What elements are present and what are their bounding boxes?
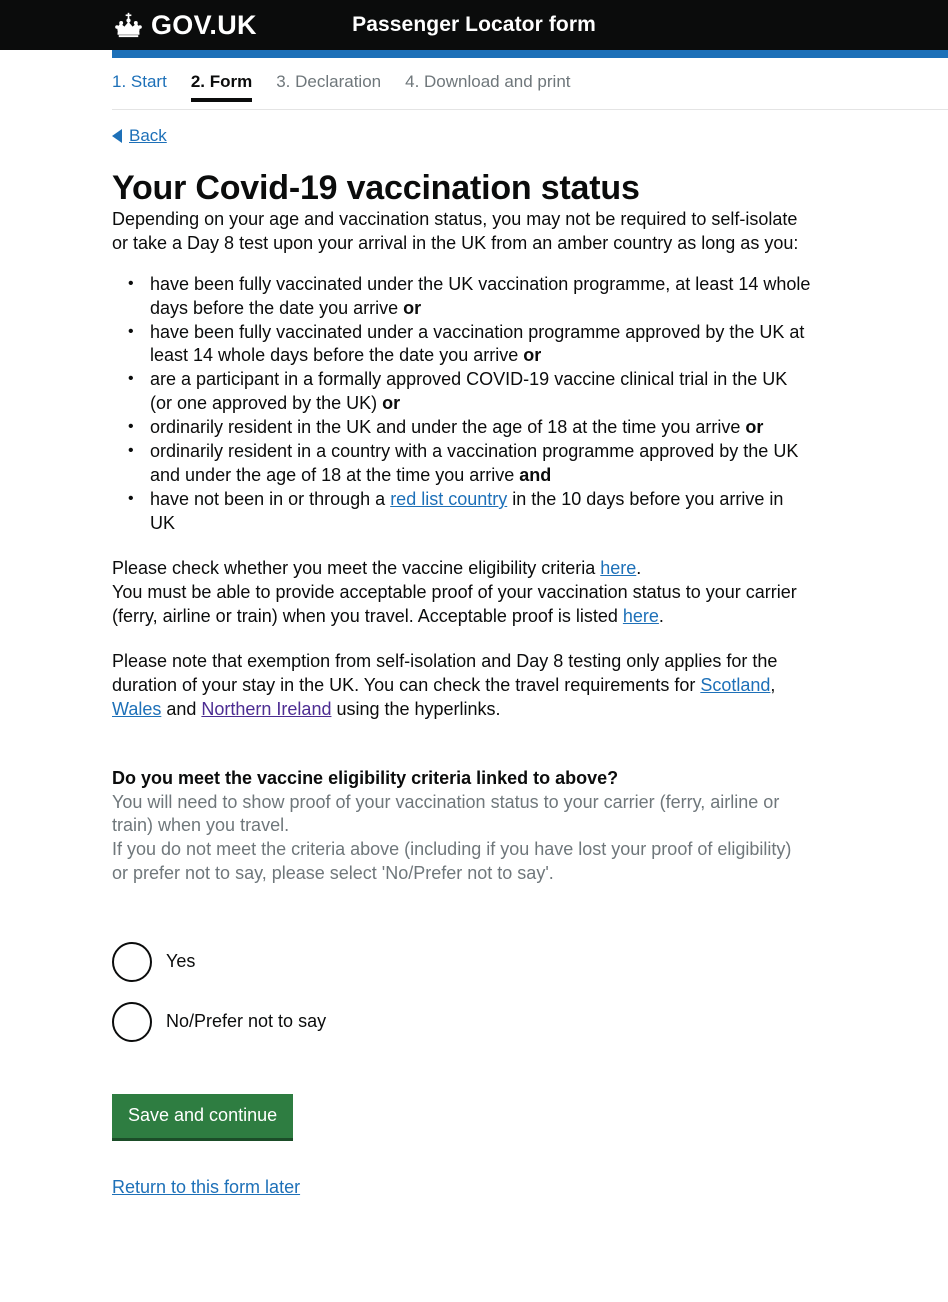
criteria-emphasis: or <box>403 297 422 318</box>
tabs-divider <box>112 109 948 111</box>
radio-option-no-prefer-not-to-say[interactable]: No/Prefer not to say <box>112 1000 326 1044</box>
page-title: Your Covid-19 vaccination status <box>112 169 640 208</box>
tab-declaration[interactable]: 3. Declaration <box>276 72 381 102</box>
tab-start[interactable]: 1. Start <box>112 72 167 102</box>
criteria-item: ordinarily resident in the UK and under … <box>128 416 812 440</box>
hint-text-proof: You will need to show proof of your vacc… <box>112 791 780 836</box>
eligibility-line-2-text: You must be able to provide acceptable p… <box>112 581 797 626</box>
nations-text-before: Please note that exemption from self-iso… <box>112 650 778 695</box>
eligibility-line-2: You must be able to provide acceptable p… <box>112 581 812 629</box>
criteria-item: are a participant in a formally approved… <box>128 368 812 416</box>
wales-link[interactable]: Wales <box>112 699 161 719</box>
hint-text-criteria: If you do not meet the criteria above (i… <box>112 839 792 884</box>
radio-label-yes: Yes <box>166 951 196 972</box>
tab-download-and-print[interactable]: 4. Download and print <box>405 72 570 102</box>
criteria-text: have been fully vaccinated under the UK … <box>150 273 811 318</box>
radio-group-eligibility: Yes No/Prefer not to say <box>112 940 836 1044</box>
criteria-emphasis: or <box>745 417 764 438</box>
northern-ireland-link[interactable]: Northern Ireland <box>201 699 331 719</box>
criteria-text: are a participant in a formally approved… <box>150 369 788 414</box>
govuk-logo[interactable]: GOV.UK <box>112 9 257 40</box>
nations-sep-1: , <box>770 674 776 695</box>
criteria-emphasis: or <box>523 345 542 366</box>
progress-tabs-wrap: 1. Start 2. Form 3. Declaration 4. Downl… <box>0 58 948 111</box>
nations-sep-2: and <box>161 698 202 719</box>
eligibility-line-1: Please check whether you meet the vaccin… <box>112 557 812 581</box>
return-link-wrap: Return to this form later <box>112 1177 836 1198</box>
question-heading: Do you meet the vaccine eligibility crit… <box>112 767 619 788</box>
criteria-text: ordinarily resident in the UK and under … <box>150 417 746 438</box>
accent-bar-spacer <box>0 50 112 58</box>
back-arrow-icon <box>112 129 122 144</box>
back-row[interactable]: Back <box>112 126 836 146</box>
tab-form[interactable]: 2. Form <box>190 72 253 103</box>
radio-circle-yes[interactable] <box>112 942 152 983</box>
radio-label-no-prefer-not-to-say: No/Prefer not to say <box>166 1011 327 1032</box>
eligibility-line-1-suffix: . <box>636 557 642 578</box>
criteria-emphasis: and <box>519 465 552 486</box>
radio-option-yes[interactable]: Yes <box>112 940 195 984</box>
govuk-header: GOV.UK Passenger Locator form <box>0 0 948 50</box>
eligibility-line-2-suffix: . <box>658 605 664 626</box>
crown-icon <box>115 12 142 38</box>
accent-bar-row <box>0 50 948 58</box>
eligibility-line-1-text: Please check whether you meet the vaccin… <box>112 557 601 578</box>
criteria-item: ordinarily resident in a country with a … <box>128 440 812 488</box>
acceptable-proof-here-link[interactable]: here <box>623 606 659 626</box>
criteria-list: have been fully vaccinated under the UK … <box>112 273 812 536</box>
return-to-form-later-link[interactable]: Return to this form later <box>112 1177 300 1197</box>
scotland-link[interactable]: Scotland <box>700 675 770 695</box>
red-list-country-link[interactable]: red list country <box>390 489 507 509</box>
eligibility-paragraph-block: Please check whether you meet the vaccin… <box>112 557 812 629</box>
back-link[interactable]: Back <box>129 126 167 146</box>
accent-bar <box>112 50 948 58</box>
govuk-logotype: GOV.UK <box>151 9 257 40</box>
save-and-continue-button[interactable]: Save and continue <box>112 1094 294 1142</box>
progress-tabs: 1. Start 2. Form 3. Declaration 4. Downl… <box>112 72 948 110</box>
criteria-item: have not been in or through a red list c… <box>128 488 812 536</box>
eligibility-criteria-here-link[interactable]: here <box>600 558 636 578</box>
criteria-text: ordinarily resident in a country with a … <box>150 441 799 486</box>
intro-paragraph: Depending on your age and vaccination st… <box>112 208 799 253</box>
nations-text-after: using the hyperlinks. <box>331 698 501 719</box>
criteria-item: have been fully vaccinated under a vacci… <box>128 321 812 369</box>
main-content: Back Your Covid-19 vaccination status De… <box>0 126 948 1198</box>
radio-circle-no-prefer-not-to-say[interactable] <box>112 1002 152 1043</box>
criteria-text: have not been in or through a <box>150 489 391 510</box>
criteria-item: have been fully vaccinated under the UK … <box>128 273 812 321</box>
criteria-text: have been fully vaccinated under a vacci… <box>150 321 805 366</box>
criteria-emphasis: or <box>382 393 401 414</box>
nations-paragraph-block: Please note that exemption from self-iso… <box>112 650 812 722</box>
nations-paragraph: Please note that exemption from self-iso… <box>112 650 812 722</box>
